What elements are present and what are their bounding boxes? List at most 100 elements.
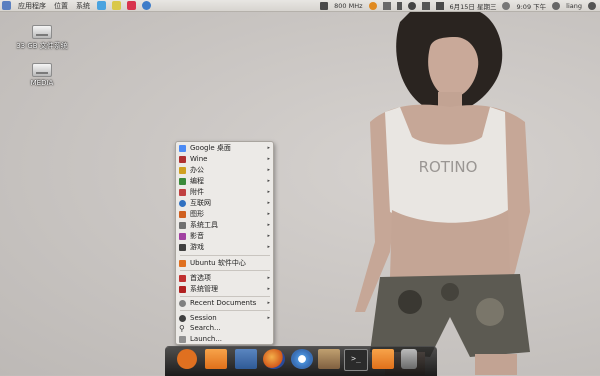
- menu-item-label: 办公: [190, 166, 204, 174]
- clock-icon: [502, 1, 511, 10]
- menu-item-label: Ubuntu 软件中心: [190, 259, 246, 267]
- battery-icon[interactable]: [421, 1, 430, 10]
- drive-icon: [32, 63, 52, 77]
- menu-item-label: Launch...: [190, 335, 223, 343]
- launch-icon: [179, 335, 186, 343]
- administration-icon: [179, 285, 186, 293]
- submenu-arrow-icon: ▸: [267, 178, 270, 184]
- system-tray: 800 MHz 6月15日 星期三 9:09 下午 liang: [317, 1, 600, 11]
- home-folder-icon[interactable]: [205, 349, 227, 369]
- menu-item-label: 编程: [190, 177, 204, 185]
- menu-separator: [180, 270, 270, 271]
- menu-item-label: 图形: [190, 210, 204, 218]
- menu-item-search[interactable]: ⚲ Search...: [179, 323, 272, 333]
- menu-item-preferences[interactable]: 首选项 ▸: [179, 273, 272, 283]
- places-menu[interactable]: 位置: [50, 0, 72, 12]
- submenu-arrow-icon: ▸: [267, 286, 270, 292]
- search-icon: ⚲: [179, 323, 185, 333]
- desktop-icon-label: 33 GB 文件系统: [16, 42, 68, 50]
- menu-separator: [180, 310, 270, 311]
- system-menu[interactable]: 系统: [72, 0, 94, 12]
- menu-item-google-desktop[interactable]: Google 桌面 ▸: [179, 143, 272, 153]
- cpu-icon[interactable]: [320, 1, 329, 10]
- chrome-icon[interactable]: [368, 1, 377, 10]
- applications-menu[interactable]: 应用程序: [14, 0, 50, 12]
- archive-manager-icon[interactable]: [318, 349, 340, 369]
- svg-text:ROTINO: ROTINO: [419, 158, 478, 176]
- menu-item-label: 系统管理: [190, 285, 218, 293]
- applications-dropdown-menu: Google 桌面 ▸ Wine ▸ 办公 ▸ 编程 ▸ 附件 ▸ 互联网 ▸ …: [175, 141, 274, 345]
- wallpaper-figure: ROTINO: [355, 12, 530, 375]
- submenu-arrow-icon: ▸: [267, 275, 270, 281]
- internet-icon: [179, 199, 186, 207]
- menu-item-label: Recent Documents: [190, 299, 257, 307]
- menu-item-wine[interactable]: Wine ▸: [179, 154, 272, 164]
- menu-item-administration[interactable]: 系统管理 ▸: [179, 284, 272, 294]
- save-disk-icon[interactable]: [235, 349, 257, 369]
- menu-item-launch[interactable]: Launch...: [179, 334, 272, 344]
- user-name[interactable]: liang: [566, 2, 582, 10]
- menu-item-label: 互联网: [190, 199, 211, 207]
- menu-item-label: Google 桌面: [190, 144, 231, 152]
- submenu-arrow-icon: ▸: [267, 156, 270, 162]
- user-icon: [552, 1, 561, 10]
- desktop-icon-label: MEDIA: [30, 79, 54, 87]
- menu-item-label: Wine: [190, 155, 208, 163]
- submenu-arrow-icon: ▸: [267, 222, 270, 228]
- menu-item-label: 系统工具: [190, 221, 218, 229]
- pencil-launcher-icon[interactable]: [112, 1, 121, 10]
- desktop-drive-media[interactable]: MEDIA: [12, 63, 72, 87]
- folder-icon[interactable]: [372, 349, 394, 369]
- menu-item-recent-documents[interactable]: Recent Documents ▸: [179, 298, 272, 308]
- menu-separator: [180, 296, 270, 297]
- multimedia-icon: [179, 232, 186, 240]
- volume-icon[interactable]: [435, 1, 444, 10]
- session-icon: [179, 314, 186, 322]
- graphics-icon: [179, 210, 186, 218]
- menu-item-multimedia[interactable]: 影音 ▸: [179, 231, 272, 241]
- menu-separator: [180, 255, 270, 256]
- submenu-arrow-icon: ▸: [267, 145, 270, 151]
- media-player-icon[interactable]: [401, 349, 417, 369]
- menu-item-software-center[interactable]: Ubuntu 软件中心: [179, 258, 272, 268]
- power-icon[interactable]: [588, 1, 596, 10]
- time-display[interactable]: 9:09 下午: [516, 1, 546, 11]
- date-display[interactable]: 6月15日 星期三: [450, 1, 497, 11]
- menu-item-games[interactable]: 游戏 ▸: [179, 242, 272, 252]
- chromium-icon[interactable]: [291, 349, 313, 369]
- ubuntu-logo-icon[interactable]: [2, 1, 11, 10]
- office-icon: [179, 166, 186, 174]
- ubuntu-menu-icon[interactable]: [177, 349, 197, 369]
- chat-launcher-icon[interactable]: [142, 1, 151, 10]
- terminal-icon[interactable]: >_: [344, 349, 368, 371]
- menu-item-label: 游戏: [190, 243, 204, 251]
- submenu-arrow-icon: ▸: [267, 167, 270, 173]
- menu-item-programming[interactable]: 编程 ▸: [179, 176, 272, 186]
- mail-icon[interactable]: [407, 1, 416, 10]
- preferences-icon: [179, 274, 186, 282]
- menu-item-office[interactable]: 办公 ▸: [179, 165, 272, 175]
- bluetooth-icon[interactable]: [396, 1, 402, 10]
- google-icon: [179, 144, 186, 152]
- submenu-arrow-icon: ▸: [267, 211, 270, 217]
- menu-item-label: 影音: [190, 232, 204, 240]
- red-launcher-icon[interactable]: [127, 1, 136, 10]
- menu-item-accessories[interactable]: 附件 ▸: [179, 187, 272, 197]
- menu-item-label: 首选项: [190, 274, 211, 282]
- menu-item-session[interactable]: Session ▸: [179, 313, 272, 323]
- submenu-arrow-icon: ▸: [267, 244, 270, 250]
- menu-item-graphics[interactable]: 图形 ▸: [179, 209, 272, 219]
- submenu-arrow-icon: ▸: [267, 189, 270, 195]
- desktop-drive-filesystem[interactable]: 33 GB 文件系统: [12, 25, 72, 51]
- programming-icon: [179, 177, 186, 185]
- menu-item-internet[interactable]: 互联网 ▸: [179, 198, 272, 208]
- menu-item-system-tools[interactable]: 系统工具 ▸: [179, 220, 272, 230]
- drive-icon: [32, 25, 52, 39]
- firefox-icon[interactable]: [263, 349, 285, 369]
- network-icon[interactable]: [382, 1, 391, 10]
- software-center-icon: [179, 259, 186, 267]
- submenu-arrow-icon: ▸: [267, 300, 270, 306]
- submenu-arrow-icon: ▸: [267, 315, 270, 321]
- cpu-frequency: 800 MHz: [334, 1, 363, 10]
- app-launcher-icon[interactable]: [97, 1, 106, 10]
